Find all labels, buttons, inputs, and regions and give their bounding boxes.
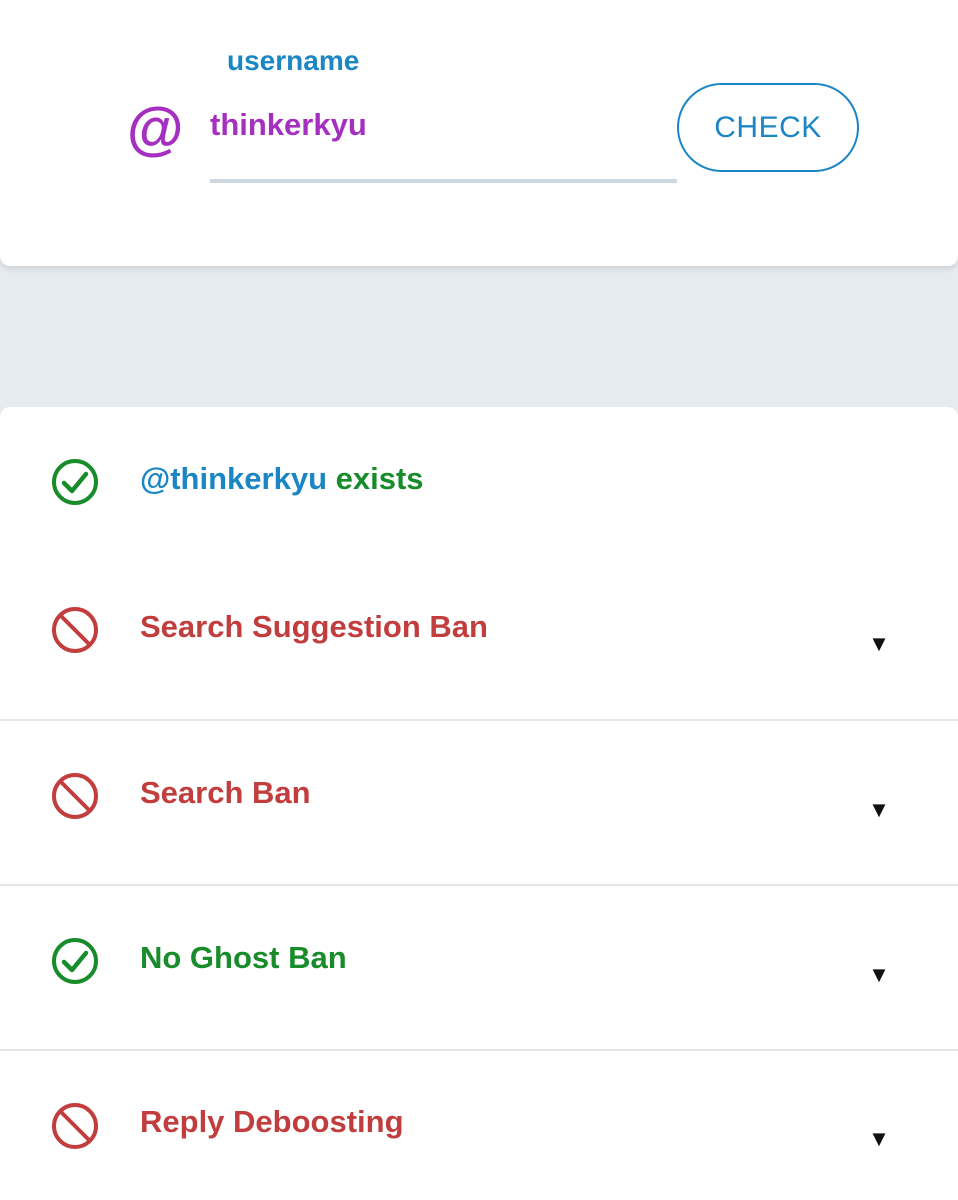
result-label: Search Suggestion Ban (140, 609, 488, 644)
ban-icon (52, 1103, 98, 1149)
result-label: Reply Deboosting (140, 1104, 404, 1139)
ban-icon (52, 773, 98, 819)
username-label: username (227, 45, 360, 76)
expand-arrow-icon[interactable]: ▼ (866, 962, 892, 988)
result-label: Search Ban (140, 775, 311, 810)
username-input[interactable] (210, 102, 676, 148)
check-circle-icon (52, 459, 98, 505)
result-label: No Ghost Ban (140, 940, 347, 975)
result-row-reply-deboosting[interactable]: Reply Deboosting ▼ (0, 1051, 958, 1200)
result-row-search-suggestion-ban[interactable]: Search Suggestion Ban ▼ (0, 555, 958, 719)
check-circle-icon (52, 938, 98, 984)
result-row-search-ban[interactable]: Search Ban ▼ (0, 721, 958, 885)
results-card: @thinkerkyu exists Search Suggestion Ban… (0, 407, 958, 1200)
expand-arrow-icon[interactable]: ▼ (866, 631, 892, 657)
exists-row: @thinkerkyu exists (0, 407, 958, 555)
expand-arrow-icon[interactable]: ▼ (866, 797, 892, 823)
input-underline (210, 179, 677, 183)
ban-icon (52, 607, 98, 653)
expand-arrow-icon[interactable]: ▼ (866, 1126, 892, 1152)
username-form-card: username @ CHECK (0, 0, 958, 266)
exists-status-text: @thinkerkyu exists (140, 459, 424, 499)
check-button[interactable]: CHECK (677, 83, 859, 172)
at-sign-icon: @ (126, 97, 183, 162)
result-row-no-ghost-ban[interactable]: No Ghost Ban ▼ (0, 886, 958, 1050)
username-handle: @thinkerkyu (140, 461, 327, 496)
exists-suffix: exists (327, 461, 424, 496)
